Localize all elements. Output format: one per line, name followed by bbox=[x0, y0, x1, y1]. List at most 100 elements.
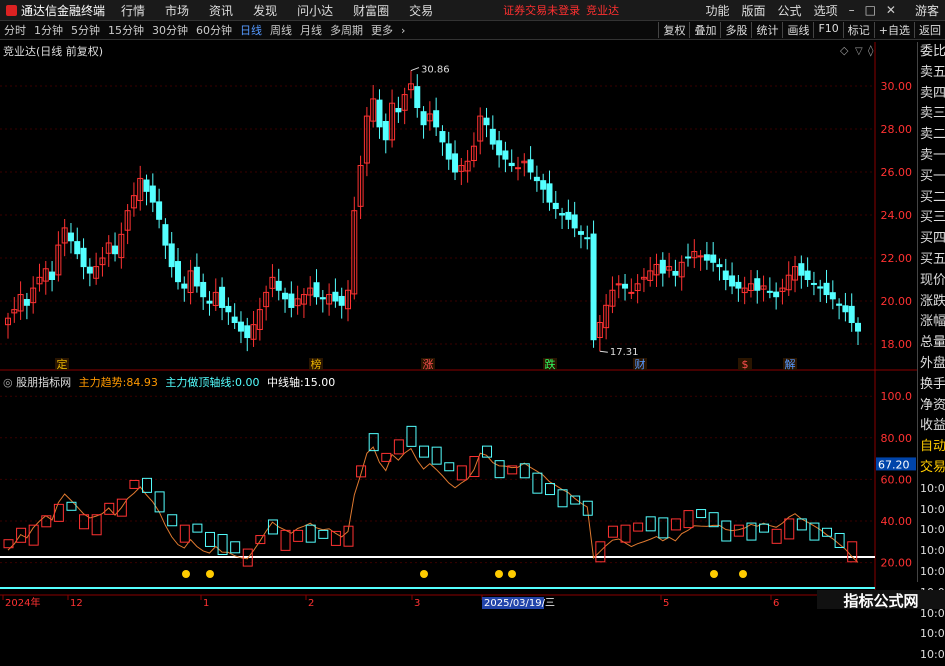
candle-body bbox=[848, 305, 855, 323]
candle-body bbox=[810, 282, 817, 285]
side-panel-item: 总量 bbox=[920, 335, 945, 351]
candle-body bbox=[685, 256, 691, 259]
signal-dot bbox=[710, 570, 718, 578]
candle-body bbox=[219, 286, 226, 308]
candle-body bbox=[86, 266, 93, 274]
watermark-title: 指标公式网 bbox=[817, 590, 945, 610]
indicator-box bbox=[204, 531, 215, 547]
indicator-box bbox=[620, 524, 631, 543]
indicator-box bbox=[305, 524, 316, 543]
indicator-box bbox=[406, 425, 417, 447]
side-panel-item[interactable]: 10:05 bbox=[918, 645, 945, 666]
main-chart-title: 竞业达(日线 前复权) bbox=[3, 45, 104, 58]
indicator-box bbox=[167, 514, 178, 527]
candle-body bbox=[577, 231, 584, 235]
candle-body bbox=[773, 291, 780, 298]
high-price-label: 30.86 bbox=[421, 65, 450, 76]
candle-body bbox=[622, 283, 629, 289]
candle-body bbox=[168, 243, 175, 268]
chart-canvas[interactable]: 30.0028.0026.0024.0022.0020.0018.0030.86… bbox=[0, 0, 945, 609]
event-marker: 跌 bbox=[545, 357, 556, 371]
indicator-title-row: ◎ 股朋指标网 主力趋势:84.93 主力做顶轴线:0.00 中线轴:15.00 bbox=[3, 374, 335, 390]
candle-body bbox=[193, 266, 200, 287]
time-axis-label: 6 bbox=[773, 598, 779, 609]
indicator-box bbox=[129, 479, 140, 489]
signal-dot bbox=[420, 570, 428, 578]
indicator-current-tag: 67.20 bbox=[878, 458, 910, 471]
candle-body bbox=[282, 292, 289, 300]
candle-body bbox=[798, 263, 805, 276]
side-panel-item[interactable]: 10:05 bbox=[918, 562, 945, 583]
side-panel-item: 买一 bbox=[920, 168, 945, 184]
side-panel-item: 卖三 bbox=[920, 106, 945, 122]
candle-body bbox=[244, 325, 251, 339]
indicator-box bbox=[696, 509, 707, 519]
indicator-box bbox=[217, 534, 228, 556]
indicator-name[interactable]: 股朋指标网 bbox=[16, 376, 71, 389]
y-tick-label: 28.00 bbox=[881, 123, 913, 136]
candle-body bbox=[200, 281, 207, 298]
candle-body bbox=[162, 224, 169, 246]
side-panel-item[interactable]: 自动 bbox=[918, 437, 945, 458]
candle-body bbox=[376, 99, 383, 128]
side-panel-item: 外盘 bbox=[920, 355, 945, 371]
indicator-y-tick: 40.00 bbox=[881, 515, 913, 528]
y-tick-label: 24.00 bbox=[881, 209, 913, 222]
side-panel-item[interactable]: 交易 bbox=[918, 458, 945, 479]
candle-body bbox=[502, 150, 509, 160]
candle-body bbox=[754, 278, 761, 291]
candle-body bbox=[672, 270, 679, 276]
indicator-box bbox=[192, 523, 203, 533]
candle-body bbox=[23, 299, 30, 306]
indicator-box bbox=[494, 460, 505, 479]
candle-body bbox=[395, 108, 402, 113]
candle-body bbox=[80, 247, 87, 268]
indicator-box bbox=[456, 465, 467, 481]
side-panel-item: 买二 bbox=[920, 189, 945, 205]
candle-body bbox=[445, 143, 452, 160]
indicator-box bbox=[834, 532, 845, 548]
indicator-value-trend: 84.93 bbox=[126, 376, 158, 389]
candle-body bbox=[584, 237, 591, 240]
y-tick-label: 20.00 bbox=[881, 295, 913, 308]
signal-dot bbox=[182, 570, 190, 578]
candle-body bbox=[175, 261, 181, 283]
candle-body bbox=[74, 241, 81, 255]
candle-body bbox=[225, 305, 232, 313]
side-panel-item[interactable]: 10:05 bbox=[918, 541, 945, 562]
event-marker: 定 bbox=[57, 357, 68, 371]
event-marker: 财 bbox=[635, 357, 646, 371]
side-panel-item[interactable]: 10:05 bbox=[918, 624, 945, 645]
candle-body bbox=[552, 202, 559, 210]
indicator-label-mid-axis: 中线轴: bbox=[267, 376, 304, 389]
side-panel-item[interactable]: 10:05 bbox=[918, 479, 945, 500]
candle-body bbox=[823, 282, 830, 296]
diamond-icon: ◇ bbox=[840, 44, 849, 57]
candle-body bbox=[540, 180, 547, 190]
signal-dot bbox=[495, 570, 503, 578]
candle-body bbox=[508, 162, 515, 167]
candle-body bbox=[659, 259, 666, 274]
side-panel-item: 委比 bbox=[920, 44, 945, 59]
candle-body bbox=[319, 297, 326, 300]
indicator-box bbox=[645, 516, 656, 532]
side-panel-item[interactable]: 10:05 bbox=[918, 500, 945, 521]
candle-body bbox=[729, 275, 736, 287]
y-tick-label: 18.00 bbox=[881, 338, 913, 351]
candle-body bbox=[489, 128, 496, 145]
candle-body bbox=[722, 270, 729, 280]
indicator-box bbox=[280, 529, 291, 551]
indicator-box bbox=[733, 524, 744, 537]
side-panel-item: 涨跌 bbox=[920, 293, 945, 309]
side-panel-item[interactable]: 10:05 bbox=[918, 520, 945, 541]
candle-body bbox=[112, 245, 119, 255]
quote-side-panel: 委比 卖五 卖四 卖三 卖二 卖一 买一 买二 买三 买四 买五 现价 涨跌 涨幅 总量 外盘 换手 净资 收益 自动… bbox=[917, 42, 945, 661]
candle-body bbox=[420, 111, 427, 126]
indicator-label-top-axis: 主力做顶轴线: bbox=[165, 376, 236, 389]
indicator-box bbox=[356, 465, 367, 478]
indicator-box bbox=[91, 514, 102, 536]
side-panel-item: 现价 bbox=[920, 272, 945, 288]
indicator-y-tick: 20.00 bbox=[881, 557, 913, 570]
indicator-box bbox=[532, 472, 543, 494]
indicator-toggle-icon[interactable]: ◎ bbox=[3, 376, 13, 389]
